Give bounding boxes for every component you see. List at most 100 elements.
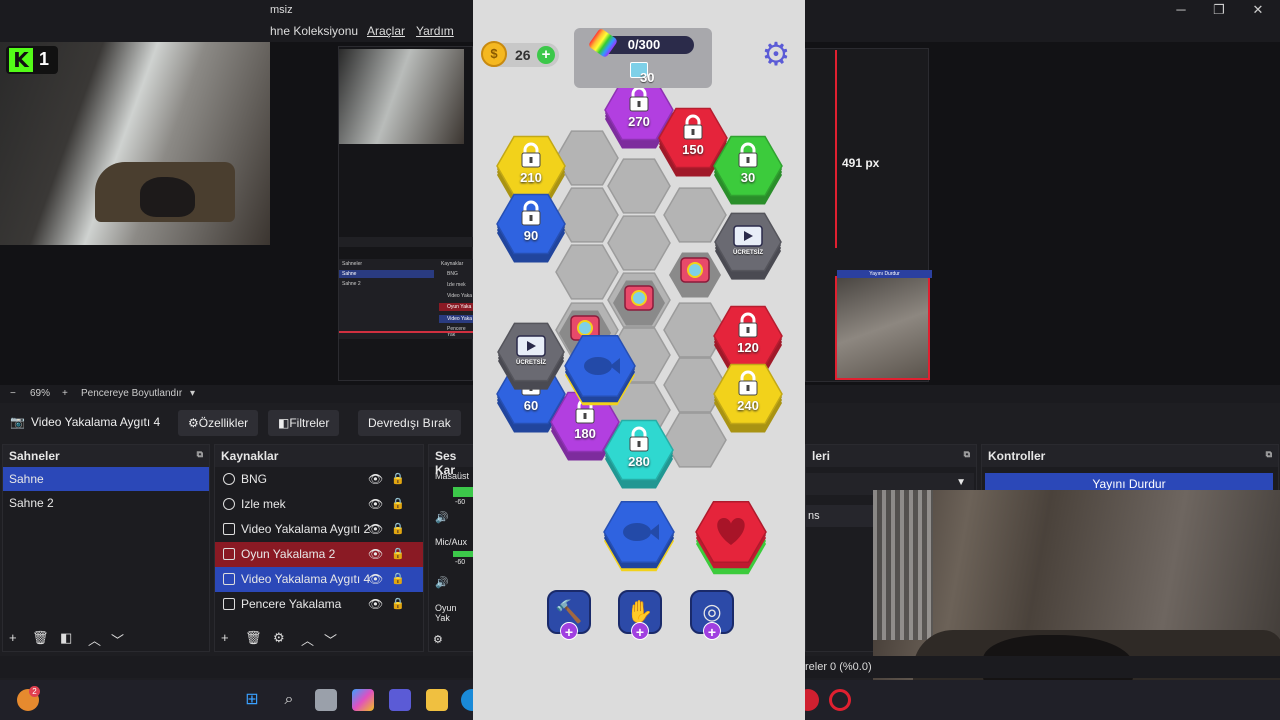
tile-stack-label: 210	[520, 170, 542, 185]
minimize-button[interactable]: ─	[1171, 2, 1191, 17]
mini-sources-title: Kaynaklar	[441, 261, 464, 267]
nested-preview: Sahneler Kaynaklar Sahne Sahne 2 BNG Izl…	[338, 46, 474, 381]
source-item[interactable]: Izle mek 👁 🔒	[215, 492, 423, 517]
eye-icon[interactable]: 👁	[368, 517, 383, 542]
filter-icon[interactable]: ◧	[60, 630, 72, 646]
lock-icon[interactable]: 🔒	[391, 517, 405, 542]
chevron-up-icon[interactable]: ︿	[88, 630, 101, 649]
speaker-icon[interactable]: 🔊	[435, 511, 449, 524]
lock-icon[interactable]: 🔒	[391, 467, 405, 492]
properties-button[interactable]: ⚙Özellikler	[178, 410, 259, 436]
chevron-down-icon[interactable]: ﹀	[111, 630, 124, 649]
filters-button[interactable]: ◧Filtreler	[268, 410, 340, 436]
coin-counter: $ 26 +	[481, 41, 559, 67]
source-item[interactable]: Pencere Yakalama 👁 🔒	[215, 592, 423, 617]
popout-icon[interactable]: ⧉	[1266, 449, 1272, 460]
tile-stack-label: 90	[523, 228, 539, 243]
booster-shuffle-button[interactable]: ◎ +	[690, 590, 734, 640]
scene-item[interactable]: Sahne 2	[3, 491, 209, 515]
booster-hand-button[interactable]: ✋ +	[618, 590, 662, 640]
browser-icon	[223, 498, 235, 510]
chevron-down-icon[interactable]: ﹀	[324, 630, 337, 649]
tile-stack-label: 270	[628, 114, 650, 129]
lock-icon[interactable]: 🔒	[391, 542, 405, 567]
eye-icon[interactable]: 👁	[368, 492, 383, 517]
add-icon[interactable]: +	[9, 630, 17, 645]
speaker-icon[interactable]: 🔊	[435, 576, 449, 589]
chevron-up-icon[interactable]: ︿	[301, 630, 314, 649]
controls-title: Kontroller	[988, 449, 1046, 463]
search-icon[interactable]: ⌕	[278, 689, 300, 711]
eye-icon[interactable]: 👁	[368, 467, 383, 492]
trash-icon[interactable]: 🗑	[32, 630, 49, 646]
booster-hammer-button[interactable]: 🔨 +	[547, 590, 591, 640]
tile-stack-label: 30	[740, 170, 756, 185]
teams-icon[interactable]	[389, 689, 411, 711]
game-overlay[interactable]: 270 150 210 30 90 120 60 240 180 280 ÜCRETSİZ ÜCRET…	[473, 0, 805, 720]
tile-stack-label: 120	[737, 340, 759, 355]
chevron-down-icon[interactable]: ▾	[190, 388, 195, 399]
chevron-down-icon: ▼	[956, 477, 966, 488]
empty-cell	[607, 215, 671, 271]
source-item[interactable]: Oyun Yakalama 2 👁 🔒	[215, 542, 423, 567]
window-icon	[223, 598, 235, 610]
scene-item[interactable]: Sahne	[3, 467, 209, 491]
sources-title: Kaynaklar	[221, 449, 279, 463]
gear-icon[interactable]: ⚙	[760, 38, 792, 70]
scenes-title: Sahneler	[9, 449, 60, 463]
size-guide-line	[835, 50, 837, 248]
camera-icon: 📷	[10, 415, 25, 429]
filter-icon: ◧	[278, 416, 290, 430]
audio-channel-game: Oyun Yak	[435, 603, 457, 623]
audio-channel-mic: Mic/Aux	[435, 537, 468, 547]
menu-scene-collection[interactable]: hne Koleksiyonu	[270, 24, 358, 38]
gear-icon[interactable]: ⚙	[273, 630, 285, 646]
selected-source-box[interactable]: Yayını Durdur	[835, 270, 932, 380]
mini-source-5: Video Yaka	[447, 316, 473, 322]
eye-icon[interactable]: 👁	[368, 592, 383, 617]
scenes-dock: Sahneler ⧉ Sahne Sahne 2 + 🗑 ◧ ︿ ﹀	[2, 444, 210, 652]
source-item[interactable]: BNG 👁 🔒	[215, 467, 423, 492]
empty-cell	[555, 187, 619, 243]
task-view-icon[interactable]	[315, 689, 337, 711]
tile-stack-label: 60	[523, 398, 539, 413]
windows-start-icon[interactable]: ⊞	[241, 689, 263, 711]
mini-scene-1: Sahne	[342, 271, 357, 277]
source-item[interactable]: Video Yakalama Aygıtı 2 👁 🔒	[215, 517, 423, 542]
source-item[interactable]: Video Yakalama Aygıtı 4 👁 🔒	[215, 567, 423, 592]
restore-button[interactable]: ❐	[1209, 2, 1229, 18]
lock-icon[interactable]: 🔒	[391, 592, 405, 617]
opera-icon[interactable]	[829, 689, 851, 711]
zoom-out-button[interactable]: −	[10, 388, 16, 399]
empty-cell	[555, 244, 619, 300]
lock-icon[interactable]: 🔒	[391, 567, 405, 592]
zoom-value: 69%	[30, 388, 51, 399]
zoom-in-button[interactable]: +	[62, 388, 68, 399]
webcam-top-left: K 1	[0, 42, 270, 245]
popout-icon[interactable]: ⧉	[964, 449, 970, 460]
eye-icon[interactable]: 👁	[368, 567, 383, 592]
close-button[interactable]: ✕	[1248, 2, 1268, 18]
add-icon[interactable]: +	[221, 630, 229, 645]
file-explorer-icon[interactable]	[426, 689, 448, 711]
mini-source-2: Izle mek	[447, 282, 466, 288]
menu-help[interactable]: Yardım	[416, 24, 454, 38]
copilot-icon[interactable]	[352, 689, 374, 711]
empty-cell	[663, 187, 727, 243]
popout-icon[interactable]: ⧉	[197, 449, 203, 460]
size-guide-label: 491 px	[842, 156, 880, 170]
empty-cell	[607, 158, 671, 214]
gear-icon[interactable]: ⚙	[433, 633, 443, 646]
audio-channel-desktop: Masaüst	[435, 471, 470, 481]
lock-icon[interactable]: 🔒	[391, 492, 405, 517]
add-icon: +	[703, 622, 721, 640]
deactivate-button[interactable]: Devredışı Bırak	[358, 410, 461, 436]
eye-icon[interactable]: 👁	[368, 542, 383, 567]
frames-status: reler 0 (%0.0)	[805, 661, 872, 673]
mini-scene-2: Sahne 2	[342, 281, 361, 287]
add-coins-button[interactable]: +	[537, 46, 555, 64]
mini-scenes-title: Sahneler	[342, 261, 363, 267]
menu-tools[interactable]: Araçlar	[367, 24, 405, 38]
zoom-fit-select[interactable]: Pencereye Boyutlandır	[81, 388, 182, 399]
trash-icon[interactable]: 🗑	[245, 630, 262, 646]
